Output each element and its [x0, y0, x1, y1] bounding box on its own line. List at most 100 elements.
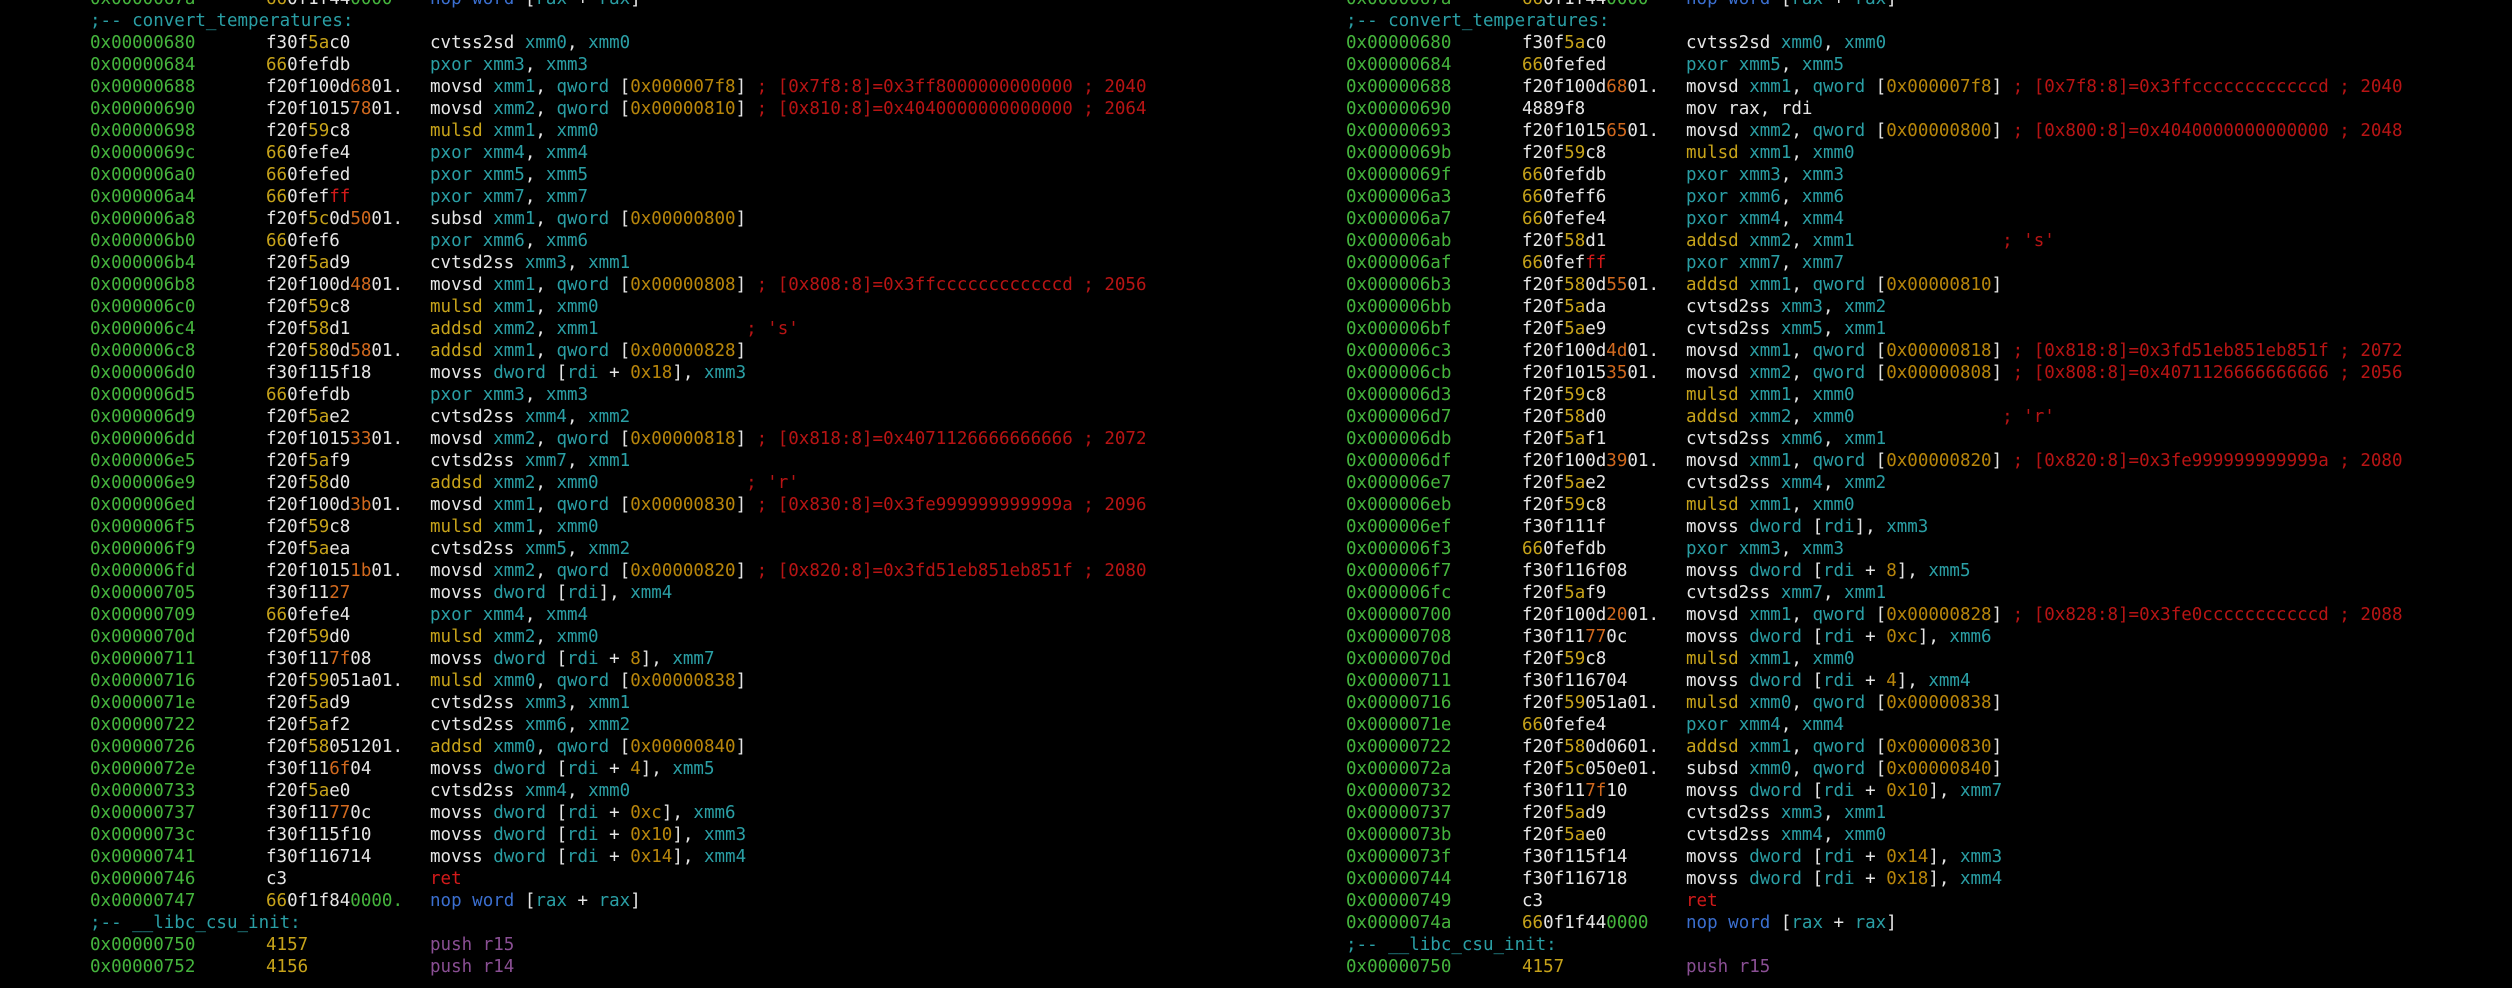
disasm-line[interactable]: 0x00000722 f20f580d0601. addsd xmm1, qword…: [1256, 736, 2512, 758]
disasm-line[interactable]: 0x000006d3 f20f59c8 mulsd xmm1, xmm0: [1256, 384, 2512, 406]
disasm-line[interactable]: 0x000006c4 f20f58d1 addsd xmm2, xmm1 ; 's': [0, 318, 1256, 340]
disasm-line[interactable]: 0x0000073c f30f115f10 movss dword [rdi + 0…: [0, 824, 1256, 846]
disasm-line[interactable]: 0x00000684 660fefed pxor xmm5, xmm5: [1256, 54, 2512, 76]
disasm-line[interactable]: 0x000006f3 660fefdb pxor xmm3, xmm3: [1256, 538, 2512, 560]
disasm-line[interactable]: 0x00000684 660fefdb pxor xmm3, xmm3: [0, 54, 1256, 76]
disasm-line[interactable]: 0x000006eb f20f59c8 mulsd xmm1, xmm0: [1256, 494, 2512, 516]
disasm-line[interactable]: 0x0000067a660f1f440000nop word [rax + ra…: [1256, 0, 2512, 10]
disasm-line[interactable]: 0x00000700 f20f100d2001. movsd xmm1, qword…: [1256, 604, 2512, 626]
disasm-line[interactable]: 0x00000746 c3 ret: [0, 868, 1256, 890]
disasm-line[interactable]: 0x000006f9 f20f5aea cvtsd2ss xmm5, xmm2: [0, 538, 1256, 560]
disasm-line[interactable]: 0x0000073b f20f5ae0 cvtsd2ss xmm4, xmm0: [1256, 824, 2512, 846]
disasm-line[interactable]: 0x0000074a 660f1f440000 nop word [rax + ra…: [1256, 912, 2512, 934]
disasm-line[interactable]: 0x000006a4 660fefff pxor xmm7, xmm7: [0, 186, 1256, 208]
disasm-line[interactable]: 0x00000716 f20f59051a01. mulsd xmm0, qword…: [1256, 692, 2512, 714]
address: 0x000006ed: [90, 495, 196, 515]
instruction-token: qword: [1812, 363, 1876, 383]
disasm-line[interactable]: 0x000006db f20f5af1 cvtsd2ss xmm6, xmm1: [1256, 428, 2512, 450]
disasm-line[interactable]: 0x000006e7 f20f5ae2 cvtsd2ss xmm4, xmm2: [1256, 472, 2512, 494]
disasm-line[interactable]: 0x0000069f 660fefdb pxor xmm3, xmm3: [1256, 164, 2512, 186]
disasm-line[interactable]: 0x0000067a660f1f440000nop word [rax + ra…: [0, 0, 1256, 10]
disasm-line[interactable]: 0x000006a8 f20f5c0d5001. subsd xmm1, qword…: [0, 208, 1256, 230]
disasm-line[interactable]: 0x00000737 f30f11770c movss dword [rdi + 0…: [0, 802, 1256, 824]
function-label[interactable]: ;-- convert_temperatures:: [1256, 10, 2512, 32]
disasm-line[interactable]: 0x000006ed f20f100d3b01. movsd xmm1, qword…: [0, 494, 1256, 516]
disasm-line[interactable]: 0x000006c0 f20f59c8 mulsd xmm1, xmm0: [0, 296, 1256, 318]
disasm-line[interactable]: 0x0000072e f30f116f04 movss dword [rdi + 4…: [0, 758, 1256, 780]
left-disassembly-pane[interactable]: 0x0000067a660f1f440000nop word [rax + ra…: [0, 0, 1256, 988]
opcode-bytes: f20f100d4801.: [266, 274, 403, 296]
disasm-line[interactable]: 0x00000752 4156 push r14: [0, 956, 1256, 978]
disasm-line[interactable]: 0x000006fc f20f5af9 cvtsd2ss xmm7, xmm1: [1256, 582, 2512, 604]
disasm-line[interactable]: 0x00000693 f20f10156501. movsd xmm2, qword…: [1256, 120, 2512, 142]
disasm-line[interactable]: 0x0000069b f20f59c8 mulsd xmm1, xmm0: [1256, 142, 2512, 164]
disasm-line[interactable]: 0x000006a0 660fefed pxor xmm5, xmm5: [0, 164, 1256, 186]
disasm-line[interactable]: 0x000006f5 f20f59c8 mulsd xmm1, xmm0: [0, 516, 1256, 538]
disasm-line[interactable]: 0x00000688 f20f100d6801. movsd xmm1, qword…: [0, 76, 1256, 98]
disasm-line[interactable]: 0x00000750 4157 push r15: [1256, 956, 2512, 978]
instruction-token: movss: [430, 825, 494, 845]
disasm-line[interactable]: 0x000006c3 f20f100d4d01. movsd xmm1, qword…: [1256, 340, 2512, 362]
disasm-line[interactable]: 0x00000750 4157 push r15: [0, 934, 1256, 956]
disasm-line[interactable]: 0x00000709 660fefe4 pxor xmm4, xmm4: [0, 604, 1256, 626]
disasm-line[interactable]: 0x00000680 f30f5ac0 cvtss2sd xmm0, xmm0: [1256, 32, 2512, 54]
disasm-line[interactable]: 0x000006ab f20f58d1 addsd xmm2, xmm1 ; 's': [1256, 230, 2512, 252]
disasm-line[interactable]: 0x000006d5 660fefdb pxor xmm3, xmm3: [0, 384, 1256, 406]
disasm-line[interactable]: 0x00000711 f30f116704 movss dword [rdi + 4…: [1256, 670, 2512, 692]
disasm-line[interactable]: 0x000006fd f20f10151b01. movsd xmm2, qword…: [0, 560, 1256, 582]
disasm-line[interactable]: 0x000006bb f20f5ada cvtsd2ss xmm3, xmm2: [1256, 296, 2512, 318]
disasm-line[interactable]: 0x000006af 660fefff pxor xmm7, xmm7: [1256, 252, 2512, 274]
disasm-line[interactable]: 0x00000688 f20f100d6801. movsd xmm1, qword…: [1256, 76, 2512, 98]
disasm-line[interactable]: 0x0000071e f20f5ad9 cvtsd2ss xmm3, xmm1: [0, 692, 1256, 714]
disasm-line[interactable]: 0x000006dd f20f10153301. movsd xmm2, qword…: [0, 428, 1256, 450]
address: 0x000006a4: [90, 187, 196, 207]
disasm-line[interactable]: 0x00000708 f30f11770c movss dword [rdi + 0…: [1256, 626, 2512, 648]
disasm-line[interactable]: 0x000006d9 f20f5ae2 cvtsd2ss xmm4, xmm2: [0, 406, 1256, 428]
disasm-line[interactable]: 0x00000744 f30f116718 movss dword [rdi + 0…: [1256, 868, 2512, 890]
instruction: movsd xmm2, qword [0x00000820] ; [0x820:…: [430, 560, 1146, 582]
disasm-line[interactable]: 0x00000726 f20f58051201. addsd xmm0, qword…: [0, 736, 1256, 758]
disasm-line[interactable]: 0x00000690 4889f8 mov rax, rdi: [1256, 98, 2512, 120]
disasm-line[interactable]: 0x000006b3 f20f580d5501. addsd xmm1, qword…: [1256, 274, 2512, 296]
disasm-line[interactable]: 0x00000698 f20f59c8 mulsd xmm1, xmm0: [0, 120, 1256, 142]
disasm-line[interactable]: 0x000006f7 f30f116f08 movss dword [rdi + 8…: [1256, 560, 2512, 582]
right-disassembly-pane[interactable]: 0x0000067a660f1f440000nop word [rax + ra…: [1256, 0, 2512, 988]
disasm-line[interactable]: 0x00000722 f20f5af2 cvtsd2ss xmm6, xmm2: [0, 714, 1256, 736]
disasm-line[interactable]: 0x000006b8 f20f100d4801. movsd xmm1, qword…: [0, 274, 1256, 296]
disasm-line[interactable]: 0x0000073f f30f115f14 movss dword [rdi + 0…: [1256, 846, 2512, 868]
disasm-line[interactable]: 0x00000680 f30f5ac0 cvtss2sd xmm0, xmm0: [0, 32, 1256, 54]
disasm-line[interactable]: 0x000006b0 660fef6 pxor xmm6, xmm6: [0, 230, 1256, 252]
disasm-line[interactable]: 0x000006df f20f100d3901. movsd xmm1, qword…: [1256, 450, 2512, 472]
disasm-line[interactable]: 0x0000069c 660fefe4 pxor xmm4, xmm4: [0, 142, 1256, 164]
disasm-line[interactable]: 0x0000072a f20f5c050e01. subsd xmm0, qword…: [1256, 758, 2512, 780]
disasm-line[interactable]: 0x000006a3 660feff6 pxor xmm6, xmm6: [1256, 186, 2512, 208]
disasm-line[interactable]: 0x000006e5 f20f5af9 cvtsd2ss xmm7, xmm1: [0, 450, 1256, 472]
disasm-line[interactable]: 0x0000070d f20f59d0 mulsd xmm2, xmm0: [0, 626, 1256, 648]
disasm-line[interactable]: 0x000006d7 f20f58d0 addsd xmm2, xmm0 ; 'r': [1256, 406, 2512, 428]
disasm-line[interactable]: 0x00000690 f20f10157801. movsd xmm2, qword…: [0, 98, 1256, 120]
disasm-line[interactable]: 0x00000749 c3 ret: [1256, 890, 2512, 912]
disasm-line[interactable]: 0x000006d0 f30f115f18 movss dword [rdi + 0…: [0, 362, 1256, 384]
disasm-line[interactable]: 0x000006ef f30f111f movss dword [rdi], xmm…: [1256, 516, 2512, 538]
disasm-line[interactable]: 0x00000732 f30f117f10 movss dword [rdi + 0…: [1256, 780, 2512, 802]
disasm-line[interactable]: 0x00000716 f20f59051a01. mulsd xmm0, qword…: [0, 670, 1256, 692]
disasm-line[interactable]: 0x00000747 660f1f840000. nop word [rax + r…: [0, 890, 1256, 912]
function-label[interactable]: ;-- __libc_csu_init:: [1256, 934, 2512, 956]
disasm-line[interactable]: 0x000006a7 660fefe4 pxor xmm4, xmm4: [1256, 208, 2512, 230]
disasm-line[interactable]: 0x0000071e 660fefe4 pxor xmm4, xmm4: [1256, 714, 2512, 736]
function-label[interactable]: ;-- convert_temperatures:: [0, 10, 1256, 32]
function-label[interactable]: ;-- __libc_csu_init:: [0, 912, 1256, 934]
disasm-line[interactable]: 0x00000737 f20f5ad9 cvtsd2ss xmm3, xmm1: [1256, 802, 2512, 824]
disasm-line[interactable]: 0x00000711 f30f117f08 movss dword [rdi + 8…: [0, 648, 1256, 670]
disasm-line[interactable]: 0x00000733 f20f5ae0 cvtsd2ss xmm4, xmm0: [0, 780, 1256, 802]
disasm-line[interactable]: 0x000006e9 f20f58d0 addsd xmm2, xmm0 ; 'r': [0, 472, 1256, 494]
disasm-line[interactable]: 0x000006c8 f20f580d5801. addsd xmm1, qword…: [0, 340, 1256, 362]
disasm-line[interactable]: 0x000006bf f20f5ae9 cvtsd2ss xmm5, xmm1: [1256, 318, 2512, 340]
address: 0x00000690: [90, 99, 196, 119]
disasm-line[interactable]: 0x0000070d f20f59c8 mulsd xmm1, xmm0: [1256, 648, 2512, 670]
disasm-line[interactable]: 0x00000741 f30f116714 movss dword [rdi + 0…: [0, 846, 1256, 868]
disasm-line[interactable]: 0x00000705 f30f1127 movss dword [rdi], xmm…: [0, 582, 1256, 604]
address: 0x0000072a: [1346, 759, 1452, 779]
disasm-line[interactable]: 0x000006b4 f20f5ad9 cvtsd2ss xmm3, xmm1: [0, 252, 1256, 274]
disasm-line[interactable]: 0x000006cb f20f10153501. movsd xmm2, qword…: [1256, 362, 2512, 384]
